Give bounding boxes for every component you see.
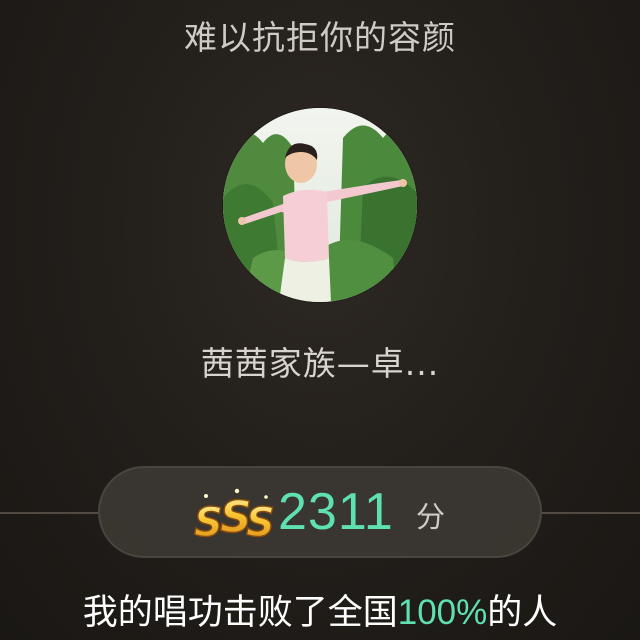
song-title: 难以抗拒你的容颜 <box>184 18 456 57</box>
singer-name: 茜茜家族—卓... <box>200 344 440 383</box>
score-unit: 分 <box>416 500 446 534</box>
divider-left <box>0 512 100 514</box>
svg-text:S: S <box>246 500 275 546</box>
singer-photo <box>223 108 417 302</box>
result-suffix: 的人 <box>487 593 558 633</box>
result-prefix: 我的唱功击败了全国 <box>82 593 398 633</box>
result-text: 我的唱功击败了全国100%的人 <box>0 585 640 640</box>
score-value: 2311 <box>278 483 394 541</box>
sss-grade-icon: S S S <box>193 488 276 547</box>
result-percent: 100% <box>397 593 488 632</box>
singer-avatar[interactable] <box>223 108 417 302</box>
divider-right <box>540 512 640 514</box>
svg-text:S: S <box>194 500 223 546</box>
